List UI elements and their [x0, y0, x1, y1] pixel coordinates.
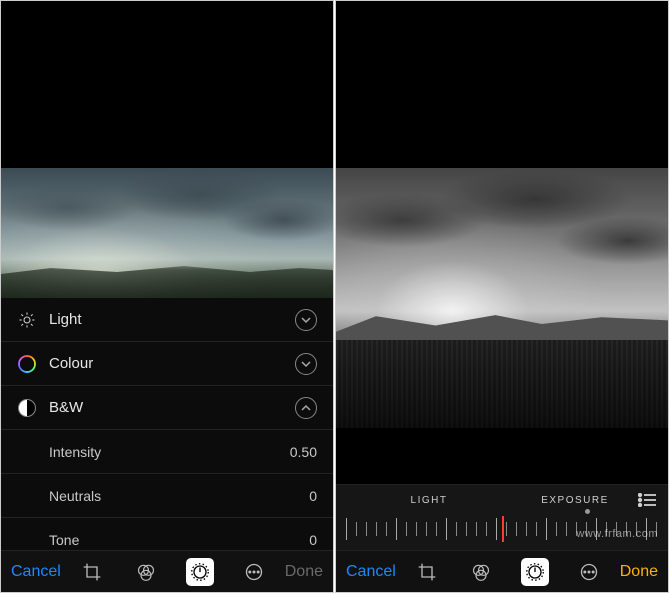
blank-mid: [336, 428, 668, 486]
sun-icon: [17, 310, 37, 330]
chevron-up-icon[interactable]: [295, 397, 317, 419]
photo-preview-right[interactable]: [336, 168, 668, 428]
crop-icon[interactable]: [78, 558, 106, 586]
adjust-dial-icon[interactable]: [186, 558, 214, 586]
param-label: Tone: [49, 532, 309, 548]
param-value: 0.50: [290, 444, 317, 460]
row-label: Light: [49, 311, 295, 328]
watermark: www.frfam.com: [576, 528, 658, 540]
photo-preview-left[interactable]: [1, 168, 333, 298]
adjust-row-colour[interactable]: Colour: [1, 342, 333, 386]
cancel-button[interactable]: Cancel: [11, 563, 61, 581]
more-icon[interactable]: [240, 558, 268, 586]
adjust-row-light[interactable]: Light: [1, 298, 333, 342]
blank-top: [1, 1, 333, 168]
bw-param-intensity[interactable]: Intensity 0.50: [1, 430, 333, 474]
slider-label-exposure[interactable]: EXPOSURE: [502, 495, 648, 506]
param-label: Intensity: [49, 444, 290, 460]
filters-icon[interactable]: [132, 558, 160, 586]
toolbar-right: Cancel Done: [336, 550, 668, 592]
row-label: B&W: [49, 399, 295, 416]
adjust-dial-icon[interactable]: [521, 558, 549, 586]
row-label: Colour: [49, 355, 295, 372]
list-icon[interactable]: [638, 493, 656, 510]
blank-top: [336, 1, 668, 168]
chevron-down-icon[interactable]: [295, 353, 317, 375]
param-value: 0: [309, 532, 317, 548]
cancel-button[interactable]: Cancel: [346, 563, 396, 581]
bw-param-neutrals[interactable]: Neutrals 0: [1, 474, 333, 518]
param-label: Neutrals: [49, 488, 309, 504]
done-button[interactable]: Done: [620, 563, 658, 581]
done-button[interactable]: Done: [285, 563, 323, 581]
param-value: 0: [309, 488, 317, 504]
filters-icon[interactable]: [467, 558, 495, 586]
bw-circle-icon: [17, 398, 37, 418]
chevron-down-icon[interactable]: [295, 309, 317, 331]
slider-label-light[interactable]: LIGHT: [356, 495, 502, 506]
slider-panel: LIGHT EXPOSURE: [336, 484, 668, 550]
slider-needle[interactable]: [502, 516, 504, 542]
more-icon[interactable]: [575, 558, 603, 586]
screen-right-exposure-slider: LIGHT EXPOSURE Cancel: [335, 0, 669, 593]
colour-ring-icon: [17, 354, 37, 374]
screen-left-adjust-panel: Light Colour B&W Intensity: [0, 0, 334, 593]
slider-peek-dot: [585, 509, 590, 514]
crop-icon[interactable]: [413, 558, 441, 586]
adjustments-panel: Light Colour B&W Intensity: [1, 298, 333, 550]
toolbar-left: Cancel Done: [1, 550, 333, 592]
adjust-row-bw[interactable]: B&W: [1, 386, 333, 430]
